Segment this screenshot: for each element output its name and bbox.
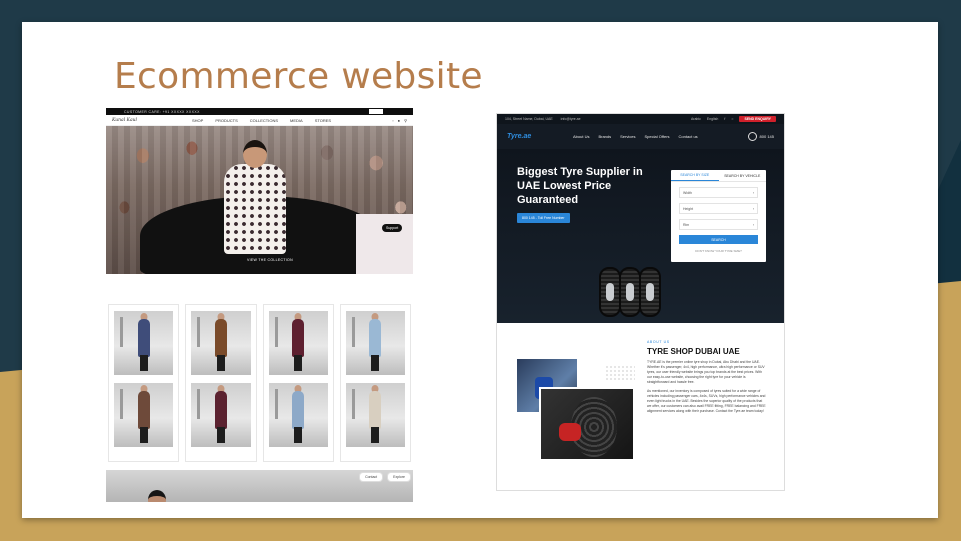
view-collection-button[interactable]: VIEW THE COLLECTION: [242, 255, 298, 265]
fashion-nav-stores[interactable]: STORES: [315, 118, 331, 123]
toll-free-button[interactable]: 800 145 - Toll Free Number: [517, 213, 570, 223]
slide: Ecommerce website CUSTOMER CARE: +91 XXX…: [22, 22, 938, 518]
phone-number: 800 145: [759, 134, 774, 139]
fashion-promo-bar: CUSTOMER CARE: +91 XXXXX XXXXX: [106, 108, 413, 115]
send-enquiry-button[interactable]: SEND ENQUIRY: [739, 116, 776, 122]
product-image: [268, 311, 328, 375]
fashion-nav-icons: ▫ ● ⚲: [392, 118, 407, 123]
fashion-logo[interactable]: Kunal Kaul: [112, 118, 192, 123]
fashion-promo-button[interactable]: [369, 109, 383, 114]
tab-search-by-size[interactable]: SEARCH BY SIZE: [671, 170, 719, 181]
location-text: 104, Street Name, Dubai, UAE: [505, 117, 553, 121]
fashion-hero-image: VIEW THE COLLECTION Support: [106, 126, 413, 274]
width-select[interactable]: Width ›: [679, 187, 758, 198]
about-paragraph: TYRE.AE is the premier online tyre shop …: [647, 360, 765, 384]
product-card[interactable]: [339, 304, 411, 462]
rim-label: Rim: [683, 222, 690, 227]
fashion-nav: Kunal Kaul SHOP PRODUCTS COLLECTIONS MED…: [106, 115, 413, 126]
tyre-hero: Biggest Tyre Supplier in UAE Lowest Pric…: [497, 149, 784, 323]
tyre-fitting-image: [539, 387, 635, 461]
tyre-nav: Tyre.ae About Us Brands Services Special…: [497, 124, 784, 149]
tyre-phone[interactable]: 800 145: [747, 132, 774, 141]
about-kicker: ABOUT US: [647, 340, 670, 344]
slide-title: Ecommerce website: [114, 56, 483, 97]
height-select[interactable]: Height ›: [679, 203, 758, 214]
tyre-search-button[interactable]: SEARCH: [679, 235, 758, 244]
tyre-about-section: ABOUT US TYRE SHOP DUBAI UAE TYRE.AE is …: [497, 323, 784, 490]
fashion-bottom-banner: Contact Explore: [106, 470, 413, 502]
product-image: [191, 311, 251, 375]
fashion-nav-media[interactable]: MEDIA: [290, 118, 303, 123]
tyre-size-help-link[interactable]: DON'T KNOW YOUR TYRE SIZE?: [679, 249, 758, 253]
chevron-down-icon: ›: [752, 222, 754, 227]
nav-about[interactable]: About Us: [573, 134, 589, 139]
chevron-down-icon: ›: [752, 190, 754, 195]
nav-brands[interactable]: Brands: [598, 134, 611, 139]
tyre-logo[interactable]: Tyre.ae: [507, 133, 573, 140]
banner-model-face: [148, 490, 166, 502]
fashion-promo-text: CUSTOMER CARE: +91 XXXXX XXXXX: [124, 109, 200, 114]
about-text: TYRE.AE is the premier online tyre shop …: [647, 360, 767, 418]
product-image: [114, 383, 174, 447]
topbar-right: Arabic English f ○ SEND ENQUIRY: [691, 116, 776, 122]
contact-button[interactable]: Contact: [359, 472, 384, 482]
dot-pattern: [605, 365, 635, 381]
tyre-topbar: 104, Street Name, Dubai, UAE info@tyre.a…: [497, 114, 784, 124]
fashion-nav-shop[interactable]: SHOP: [192, 118, 203, 123]
hero-model-shirt: [224, 164, 286, 254]
about-title: TYRE SHOP DUBAI UAE: [647, 347, 740, 356]
fashion-nav-collections[interactable]: COLLECTIONS: [250, 118, 278, 123]
support-button[interactable]: Support: [382, 224, 403, 232]
tyre-hero-title: Biggest Tyre Supplier in UAE Lowest Pric…: [517, 166, 643, 206]
tyre-search-card: SEARCH BY SIZE SEARCH BY VEHICLE Width ›…: [671, 170, 766, 262]
nav-contact[interactable]: Contact us: [679, 134, 698, 139]
tab-search-by-vehicle[interactable]: SEARCH BY VEHICLE: [719, 170, 767, 181]
fashion-nav-links: SHOP PRODUCTS COLLECTIONS MEDIA STORES: [192, 118, 392, 123]
rim-select[interactable]: Rim ›: [679, 219, 758, 230]
cart-icon[interactable]: ▫: [392, 118, 393, 123]
height-label: Height: [683, 206, 694, 211]
product-image: [268, 383, 328, 447]
hero-model-head: [243, 140, 267, 168]
tyre-graphic: [619, 267, 641, 317]
product-image: [114, 311, 174, 375]
phone-icon: [747, 132, 757, 141]
email-text[interactable]: info@tyre.ae: [561, 117, 581, 121]
hero-white-panel: [356, 214, 413, 274]
product-card[interactable]: [108, 304, 180, 462]
product-card[interactable]: [262, 304, 334, 462]
product-card[interactable]: [185, 304, 257, 462]
nav-services[interactable]: Services: [620, 134, 635, 139]
product-image: [191, 383, 251, 447]
explore-button[interactable]: Explore: [387, 472, 411, 482]
fashion-nav-products[interactable]: PRODUCTS: [215, 118, 237, 123]
search-tabs: SEARCH BY SIZE SEARCH BY VEHICLE: [671, 170, 766, 182]
width-label: Width: [683, 190, 692, 195]
product-image: [345, 383, 405, 447]
product-image: [345, 311, 405, 375]
user-icon[interactable]: ●: [398, 118, 400, 123]
tyres-image: [599, 267, 669, 327]
tyre-nav-links: About Us Brands Services Special Offers …: [573, 134, 748, 139]
banner-buttons: Contact Explore: [359, 472, 411, 482]
chevron-down-icon: ›: [752, 206, 754, 211]
instagram-icon[interactable]: ○: [731, 117, 733, 121]
nav-special-offers[interactable]: Special Offers: [644, 134, 669, 139]
search-icon[interactable]: ⚲: [404, 118, 407, 123]
tyre-graphic: [599, 267, 621, 317]
tyre-website-screenshot: 104, Street Name, Dubai, UAE info@tyre.a…: [497, 114, 784, 490]
tyre-graphic: [639, 267, 661, 317]
about-paragraph: As mentioned, our inventory is composed …: [647, 389, 766, 413]
lang-english[interactable]: English: [707, 117, 718, 121]
fashion-website-screenshot: CUSTOMER CARE: +91 XXXXX XXXXX Kunal Kau…: [106, 108, 413, 502]
fashion-product-grid: [106, 304, 413, 462]
facebook-icon[interactable]: f: [724, 117, 725, 121]
lang-arabic[interactable]: Arabic: [691, 117, 701, 121]
